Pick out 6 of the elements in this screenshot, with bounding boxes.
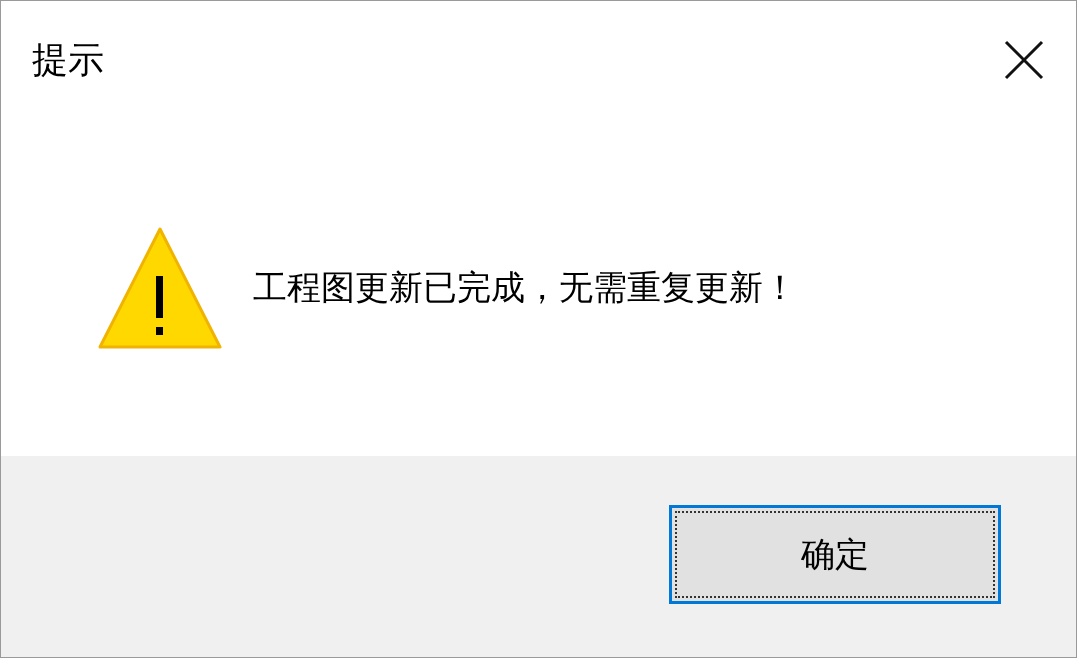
ok-button[interactable]: 确定 [669,505,1001,604]
warning-icon [97,225,223,350]
message-text: 工程图更新已完成，无需重复更新！ [253,265,797,309]
close-icon [1004,40,1044,80]
close-button[interactable] [1002,38,1046,82]
window-title: 提示 [32,37,104,82]
